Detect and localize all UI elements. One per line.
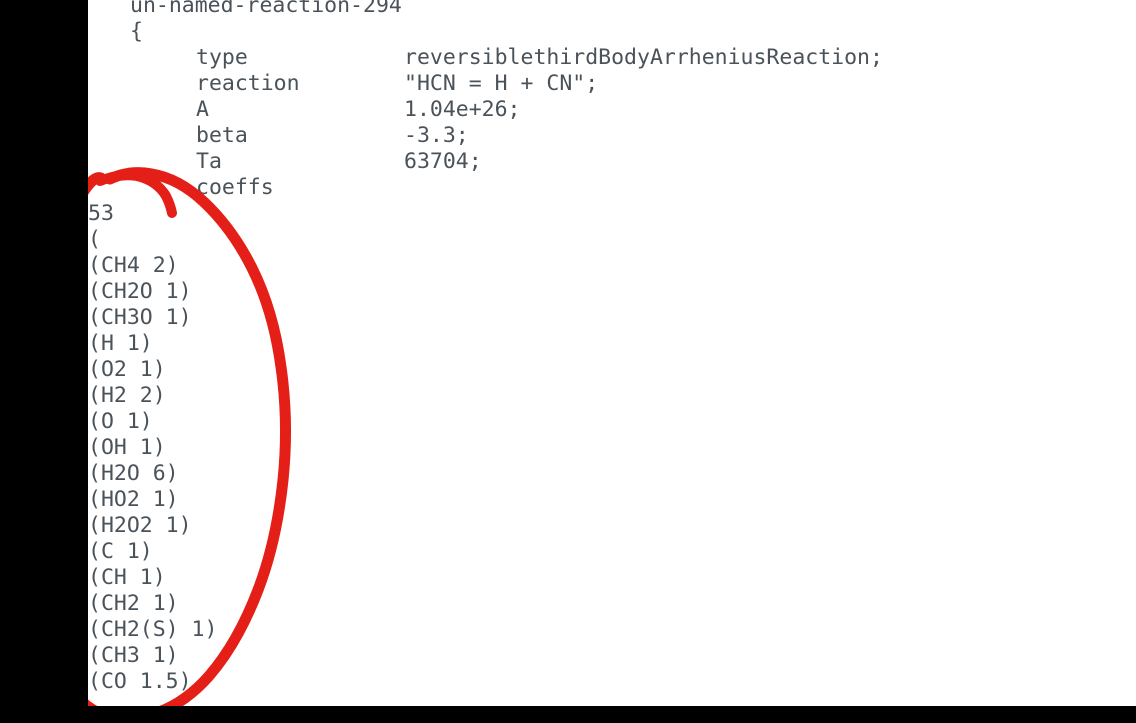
reaction-name-header: un-named-reaction-294 xyxy=(130,0,402,18)
entry-value-reaction: "HCN = H + CN"; xyxy=(404,71,599,96)
entry-key-beta: beta xyxy=(196,123,248,148)
open-brace: { xyxy=(130,19,143,44)
entry-value-type: reversiblethirdBodyArrheniusReaction; xyxy=(404,45,883,70)
coeff-item: (O 1) xyxy=(88,409,153,434)
screenshot-root: un-named-reaction-294 { type reversiblet… xyxy=(0,0,1136,723)
entry-key-reaction: reaction xyxy=(196,71,300,96)
entry-key-coeffs: coeffs xyxy=(196,175,274,200)
entry-value-beta: -3.3; xyxy=(404,123,469,148)
entry-key-a: A xyxy=(196,97,209,122)
coeff-item: (H2O2 1) xyxy=(88,513,192,538)
coeff-item: (CH2 1) xyxy=(88,591,179,616)
coeff-item: (CO 1.5) xyxy=(88,669,192,694)
coeff-item: (H2 2) xyxy=(88,383,166,408)
coeff-item: (H 1) xyxy=(88,331,153,356)
coeffs-open-paren: ( xyxy=(88,227,101,252)
bottom-black-occlusion-bar xyxy=(0,706,1136,723)
coeff-item: (OH 1) xyxy=(88,435,166,460)
coeff-item: (H2O 6) xyxy=(88,461,179,486)
coeff-item: (C 1) xyxy=(88,539,153,564)
coeff-item: (CH 1) xyxy=(88,565,166,590)
coeff-item: (CH2O 1) xyxy=(88,279,192,304)
coeff-item: (CH2(S) 1) xyxy=(88,617,218,642)
code-text-layer: un-named-reaction-294 { type reversiblet… xyxy=(0,0,1136,723)
coeffs-count: 53 xyxy=(88,201,114,226)
left-black-occlusion-bar xyxy=(0,0,88,723)
entry-key-type: type xyxy=(196,45,248,70)
coeff-item: (O2 1) xyxy=(88,357,166,382)
coeff-item: (CH4 2) xyxy=(88,253,179,278)
entry-key-ta: Ta xyxy=(196,149,222,174)
entry-value-ta: 63704; xyxy=(404,149,482,174)
coeff-item: (CH3 1) xyxy=(88,643,179,668)
entry-value-a: 1.04e+26; xyxy=(404,97,521,122)
coeff-item: (HO2 1) xyxy=(88,487,179,512)
coeff-item: (CH3O 1) xyxy=(88,305,192,330)
